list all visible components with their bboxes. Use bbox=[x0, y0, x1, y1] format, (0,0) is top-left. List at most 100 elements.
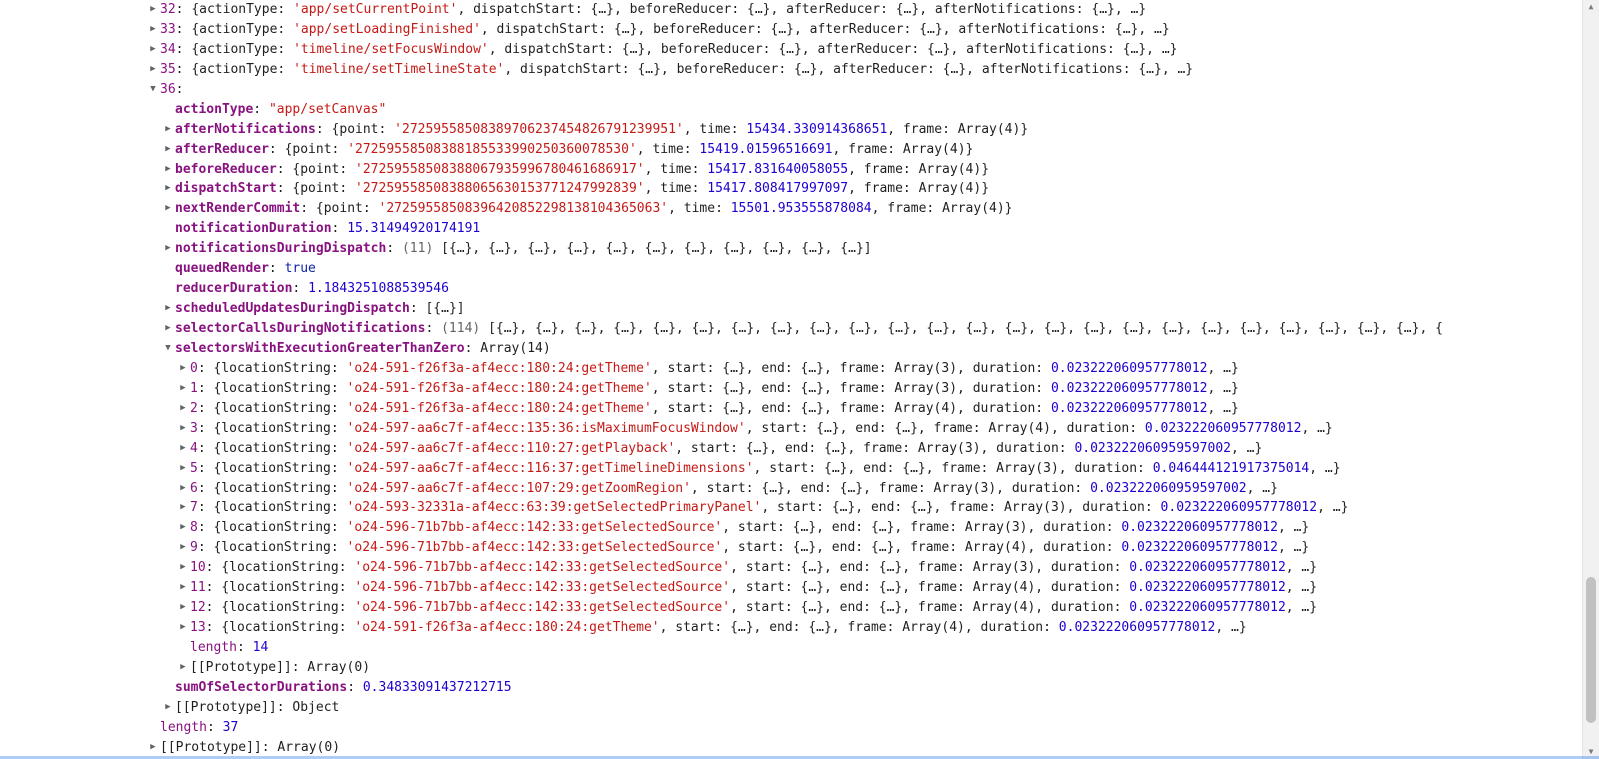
tree-row[interactable]: ▶ 8: {locationString: 'o24-596-71b7bb-af4… bbox=[0, 518, 1582, 538]
key-separator: : bbox=[197, 480, 214, 496]
collapsed-triangle-icon[interactable]: ▶ bbox=[177, 379, 189, 399]
string-value: 'o24-596-71b7bb-af4ecc:142:33:getSelecte… bbox=[354, 560, 731, 576]
row-content: length: 37 bbox=[160, 718, 238, 738]
collapsed-triangle-icon[interactable]: ▶ bbox=[177, 359, 189, 379]
preview-text: {locationString: bbox=[213, 500, 347, 516]
preview-text: , …} bbox=[1285, 560, 1318, 576]
tree-row[interactable]: ▶ selectorCallsDuringNotifications: (114)… bbox=[0, 319, 1582, 339]
tree-row: queuedRender: true bbox=[0, 259, 1582, 279]
tree-row[interactable]: ▶ dispatchStart: {point: '272595585083880… bbox=[0, 179, 1582, 199]
scroll-up-icon[interactable]: ▲ bbox=[1583, 0, 1599, 14]
collapsed-triangle-icon[interactable]: ▶ bbox=[162, 239, 174, 259]
tree-row[interactable]: ▶ 3: {locationString: 'o24-597-aa6c7f-af4… bbox=[0, 419, 1582, 439]
tree-row: length: 14 bbox=[0, 638, 1582, 658]
preview-text: , time: bbox=[668, 201, 731, 217]
key-separator: : bbox=[197, 400, 214, 416]
property-key: notificationsDuringDispatch bbox=[175, 241, 387, 257]
expanded-triangle-icon[interactable]: ▼ bbox=[147, 80, 159, 100]
key-separator: : bbox=[315, 121, 332, 137]
collapsed-triangle-icon[interactable]: ▶ bbox=[162, 299, 174, 319]
tree-row[interactable]: ▶ 0: {locationString: 'o24-591-f26f3a-af4… bbox=[0, 359, 1582, 379]
property-key: selectorCallsDuringNotifications bbox=[175, 321, 426, 336]
tree-row[interactable]: ▶ beforeReducer: {point: '272595585083880… bbox=[0, 160, 1582, 180]
tree-row[interactable]: ▼ selectorsWithExecutionGreaterThanZero: … bbox=[0, 339, 1582, 359]
preview-text: {locationString: bbox=[213, 520, 347, 536]
collapsed-triangle-icon[interactable]: ▶ bbox=[162, 698, 174, 718]
collapsed-triangle-icon[interactable]: ▶ bbox=[147, 20, 159, 40]
key-separator: : bbox=[197, 380, 214, 396]
key-separator: : bbox=[206, 719, 223, 735]
key-separator: : bbox=[464, 340, 481, 356]
tree-row[interactable]: ▶ 7: {locationString: 'o24-593-32331a-af4… bbox=[0, 498, 1582, 518]
tree-row[interactable]: ▶ 1: {locationString: 'o24-591-f26f3a-af4… bbox=[0, 379, 1582, 399]
collapsed-triangle-icon[interactable]: ▶ bbox=[147, 40, 159, 60]
row-content: 36: bbox=[160, 80, 183, 100]
collapsed-triangle-icon[interactable]: ▶ bbox=[177, 558, 189, 578]
tree-row[interactable]: ▶ 11: {locationString: 'o24-596-71b7bb-af… bbox=[0, 578, 1582, 598]
key-separator: : bbox=[175, 41, 192, 57]
tree-row[interactable]: ▶ 5: {locationString: 'o24-597-aa6c7f-af4… bbox=[0, 459, 1582, 479]
property-key: afterReducer bbox=[175, 141, 269, 157]
row-content: actionType: "app/setCanvas" bbox=[175, 100, 386, 120]
collapsed-triangle-icon[interactable]: ▶ bbox=[177, 479, 189, 499]
tree-row[interactable]: ▶ 6: {locationString: 'o24-597-aa6c7f-af4… bbox=[0, 479, 1582, 499]
collapsed-triangle-icon[interactable]: ▶ bbox=[177, 538, 189, 558]
expanded-triangle-icon[interactable]: ▼ bbox=[162, 339, 174, 359]
preview-text: , …} bbox=[1246, 480, 1278, 496]
collapsed-triangle-icon[interactable]: ▶ bbox=[162, 319, 174, 339]
collapsed-triangle-icon[interactable]: ▶ bbox=[177, 498, 189, 518]
tree-row[interactable]: ▶ notificationsDuringDispatch: (11) [{…},… bbox=[0, 239, 1582, 259]
tree-row: sumOfSelectorDurations: 0.34833091437212… bbox=[0, 678, 1582, 698]
scrollbar-thumb[interactable] bbox=[1586, 577, 1596, 723]
collapsed-triangle-icon[interactable]: ▶ bbox=[177, 618, 189, 638]
collapsed-triangle-icon[interactable]: ▶ bbox=[177, 399, 189, 419]
collapsed-triangle-icon[interactable]: ▶ bbox=[177, 578, 189, 598]
boolean-value: true bbox=[284, 261, 316, 277]
collapsed-triangle-icon[interactable]: ▶ bbox=[147, 738, 159, 758]
property-key: dispatchStart bbox=[175, 181, 277, 197]
preview-text: {locationString: bbox=[213, 400, 347, 416]
collapsed-triangle-icon[interactable]: ▶ bbox=[177, 439, 189, 459]
collapsed-triangle-icon[interactable]: ▶ bbox=[177, 598, 189, 618]
preview-text: {point: bbox=[284, 141, 348, 157]
vertical-scrollbar[interactable]: ▲ ▼ bbox=[1582, 0, 1599, 759]
row-content: 12: {locationString: 'o24-596-71b7bb-af4… bbox=[190, 598, 1317, 618]
collapsed-triangle-icon[interactable]: ▶ bbox=[177, 459, 189, 479]
collapsed-triangle-icon[interactable]: ▶ bbox=[147, 60, 159, 80]
tree-row[interactable]: ▶ [[Prototype]]: Array(0) bbox=[0, 658, 1582, 678]
collapsed-triangle-icon[interactable]: ▶ bbox=[147, 0, 159, 20]
number-value: 15417.808417997097 bbox=[707, 181, 849, 197]
number-value: 15.31494920174191 bbox=[347, 221, 481, 237]
tree-row[interactable]: ▼ 36: bbox=[0, 80, 1582, 100]
tree-row[interactable]: ▶ [[Prototype]]: Object bbox=[0, 698, 1582, 718]
collapsed-triangle-icon[interactable]: ▶ bbox=[162, 199, 174, 219]
tree-row[interactable]: ▶ 33: {actionType: 'app/setLoadingFinishe… bbox=[0, 20, 1582, 40]
tree-row[interactable]: ▶ afterReducer: {point: '2725955850838818… bbox=[0, 140, 1582, 160]
tree-row[interactable]: ▶ 35: {actionType: 'timeline/setTimelineS… bbox=[0, 60, 1582, 80]
collapsed-triangle-icon[interactable]: ▶ bbox=[177, 518, 189, 538]
tree-row[interactable]: ▶ [[Prototype]]: Array(0) bbox=[0, 738, 1582, 758]
tree-row[interactable]: ▶ nextRenderCommit: {point: '272595585083… bbox=[0, 199, 1582, 219]
tree-row[interactable]: ▶ 34: {actionType: 'timeline/setFocusWind… bbox=[0, 40, 1582, 60]
tree-row[interactable]: ▶ 9: {locationString: 'o24-596-71b7bb-af4… bbox=[0, 538, 1582, 558]
tree-row[interactable]: ▶ scheduledUpdatesDuringDispatch: [{…}] bbox=[0, 299, 1582, 319]
property-key: length bbox=[190, 640, 237, 655]
collapsed-triangle-icon[interactable]: ▶ bbox=[162, 120, 174, 140]
tree-row[interactable]: ▶ 12: {locationString: 'o24-596-71b7bb-af… bbox=[0, 598, 1582, 618]
key-separator: : bbox=[197, 360, 214, 376]
preview-text: , start: {…}, end: {…}, frame: Array(4),… bbox=[659, 620, 1059, 636]
collapsed-triangle-icon[interactable]: ▶ bbox=[162, 160, 174, 180]
tree-row[interactable]: ▶ 32: {actionType: 'app/setCurrentPoint',… bbox=[0, 0, 1582, 20]
collapsed-triangle-icon[interactable]: ▶ bbox=[177, 658, 189, 678]
preview-text: [{…}] bbox=[425, 301, 465, 317]
preview-text: , start: {…}, end: {…}, frame: Array(4),… bbox=[745, 420, 1145, 436]
collapsed-triangle-icon[interactable]: ▶ bbox=[177, 419, 189, 439]
tree-row[interactable]: ▶ 4: {locationString: 'o24-597-aa6c7f-af4… bbox=[0, 439, 1582, 459]
string-value: 'o24-591-f26f3a-af4ecc:180:24:getTheme' bbox=[346, 380, 652, 396]
tree-row[interactable]: ▶ 13: {locationString: 'o24-591-f26f3a-af… bbox=[0, 618, 1582, 638]
tree-row[interactable]: ▶ afterNotifications: {point: '2725955850… bbox=[0, 120, 1582, 140]
collapsed-triangle-icon[interactable]: ▶ bbox=[162, 179, 174, 199]
tree-row[interactable]: ▶ 2: {locationString: 'o24-591-f26f3a-af4… bbox=[0, 399, 1582, 419]
tree-row[interactable]: ▶ 10: {locationString: 'o24-596-71b7bb-af… bbox=[0, 558, 1582, 578]
collapsed-triangle-icon[interactable]: ▶ bbox=[162, 140, 174, 160]
